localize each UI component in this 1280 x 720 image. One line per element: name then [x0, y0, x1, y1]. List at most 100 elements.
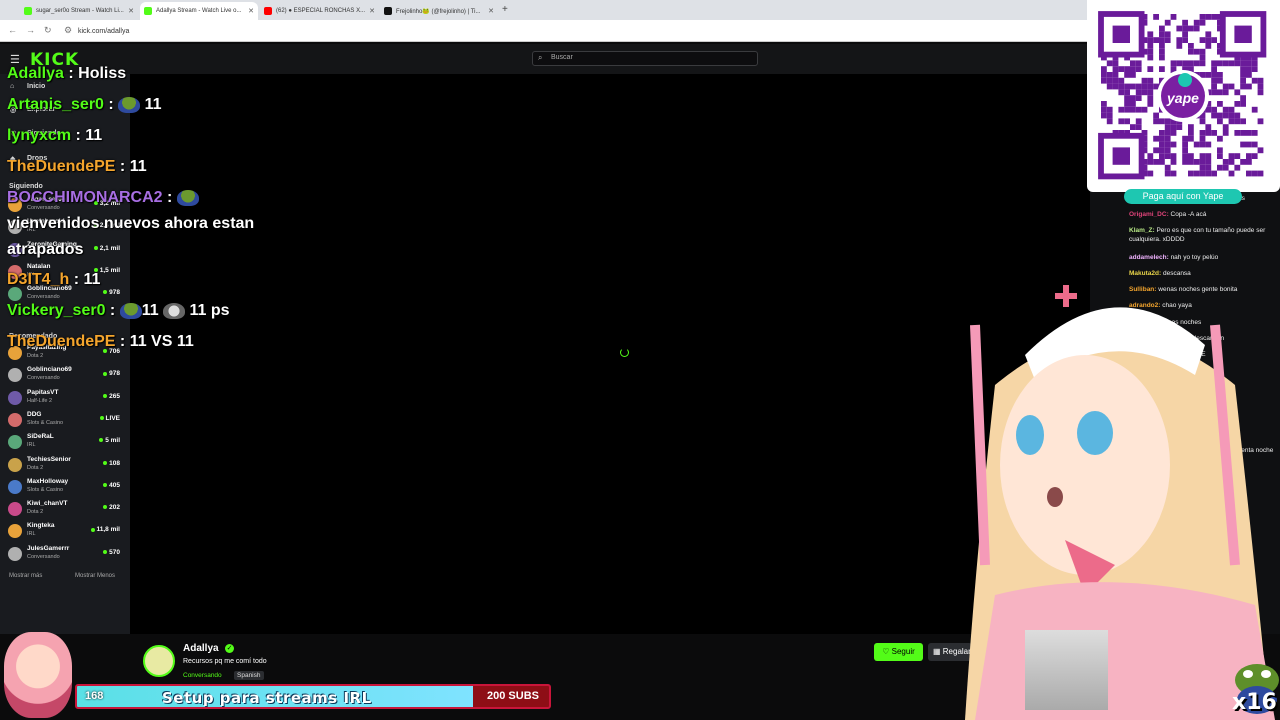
chat-message: Origami_DC: Copa -A acá	[1129, 210, 1277, 219]
overlay-chat-text: 11 VS 11	[129, 333, 194, 350]
tab-favicon-icon	[384, 7, 392, 15]
chat-username[interactable]: addamelech:	[1129, 254, 1169, 261]
sidebar-channel[interactable]: PapitasVT Half-Life 2 265	[8, 388, 124, 408]
overlay-chat-user: TheDuendePE	[7, 158, 116, 175]
live-dot-icon	[103, 483, 108, 488]
viewer-count-value: 405	[109, 481, 120, 489]
channel-category: Dota 2	[27, 509, 44, 516]
search-placeholder: Buscar	[551, 54, 573, 61]
tab-favicon-icon	[24, 7, 32, 15]
viewer-count-value: 5 mil	[105, 437, 120, 445]
tab-close-icon[interactable]: ✕	[488, 7, 494, 15]
viewer-count-value: 202	[109, 504, 120, 512]
channel-name: JulesGamerrr	[27, 544, 70, 552]
yape-logo-text: yape	[1167, 90, 1199, 106]
sidebar-channel[interactable]: TechiesSenior Dota 2 108	[8, 455, 124, 475]
overlay-chat-user: TheDuendePE	[7, 333, 116, 350]
stream-language-tag[interactable]: Spanish	[234, 671, 264, 680]
channel-avatar[interactable]	[143, 645, 175, 677]
live-dot-icon	[99, 438, 104, 443]
stream-title: Recursos pq me comí todo	[183, 658, 267, 665]
tab-title: sugar_ser0o Stream - Watch Li...	[36, 8, 124, 14]
sub-goal-bar: 168 Setup para streams IRL 200 SUBS	[75, 684, 551, 709]
video-player[interactable]	[130, 74, 1090, 634]
site-info-icon[interactable]: ⚙	[64, 25, 72, 36]
search-input[interactable]: ⌕ Buscar	[532, 51, 758, 66]
live-dot-icon	[90, 527, 95, 532]
channel-avatar	[8, 457, 22, 472]
stream-category[interactable]: Conversando	[183, 672, 222, 679]
sidebar-channel[interactable]: MaxHolloway Slots & Casino 405	[8, 477, 124, 497]
overlay-chat-message: vienvenidos nuevos ahora estan	[7, 215, 254, 233]
search-icon: ⌕	[538, 53, 543, 62]
back-icon[interactable]: ←	[8, 25, 17, 35]
overlay-chat-separator: :	[162, 189, 177, 206]
overlay-chat-user: lynyxcm	[7, 127, 72, 144]
live-dot-icon	[103, 549, 108, 554]
channel-name: SiDeRaL	[27, 433, 54, 441]
tab-close-icon[interactable]: ✕	[248, 7, 254, 15]
frog-emote-icon	[176, 189, 199, 206]
frog-emote-icon	[119, 302, 142, 319]
heart-icon: ♡	[882, 647, 892, 656]
loading-spinner-icon	[620, 348, 629, 357]
tab-close-icon[interactable]: ✕	[369, 7, 375, 15]
live-dot-icon	[103, 393, 108, 398]
viewer-count: 405	[103, 482, 120, 489]
viewer-count-value: 265	[109, 392, 120, 400]
emote-multiplier: x16	[1232, 690, 1277, 715]
new-tab-button[interactable]: +	[502, 4, 508, 15]
sidebar-channel[interactable]: Kingteka IRL 11,8 mil	[8, 521, 124, 541]
overlay-chat-message: atrapados	[7, 241, 83, 259]
sidebar-channel[interactable]: Kiwi_chanVT Dota 2 202	[8, 499, 124, 519]
browser-tab[interactable]: Frejolinho🐸 (@frejolinho) | Ti... ✕	[380, 2, 498, 20]
live-dot-icon	[99, 416, 104, 421]
sidebar-channel[interactable]: DDG Slots & Casino LIVE	[8, 410, 124, 430]
viewer-count: 265	[103, 393, 120, 400]
channel-avatar	[8, 368, 22, 383]
show-less-link[interactable]: Mostrar Menos	[75, 573, 115, 579]
tab-title: Frejolinho🐸 (@frejolinho) | Ti...	[396, 8, 481, 15]
viewer-count-value: 2,1 mil	[99, 244, 120, 252]
browser-tab[interactable]: sugar_ser0o Stream - Watch Li... ✕	[20, 2, 138, 20]
chat-message: Klam_Z: Pero es que con tu tamaño puede …	[1129, 226, 1277, 244]
overlay-chat-text: 11	[83, 271, 101, 288]
sidebar-channel[interactable]: Goblinciano69 Conversando 978	[8, 365, 124, 385]
channel-name[interactable]: Adallya	[183, 643, 219, 654]
reload-icon[interactable]: ↻	[44, 25, 52, 36]
sidebar-channel[interactable]: SiDeRaL IRL 5 mil	[8, 432, 124, 452]
tab-close-icon[interactable]: ✕	[128, 7, 134, 15]
tab-favicon-icon	[264, 7, 272, 15]
overlay-chat-user: Artanis_ser0	[7, 96, 104, 113]
viewer-count: 5 mil	[99, 437, 120, 444]
overlay-chat-text: 11	[141, 302, 164, 319]
chat-username[interactable]: Origami_DC:	[1129, 211, 1169, 218]
nav-item[interactable]: Inicio	[27, 83, 45, 90]
channel-avatar	[8, 412, 22, 427]
overlay-chat-text: 11	[129, 158, 147, 175]
live-dot-icon	[103, 505, 108, 510]
channel-category: Slots & Casino	[27, 486, 64, 493]
browser-tab[interactable]: Adallya Stream - Watch Live o... ✕	[140, 2, 258, 20]
overlay-chat-text: atrapados	[7, 241, 84, 258]
show-more-link[interactable]: Mostrar más	[9, 573, 42, 579]
browser-tab[interactable]: (62) ● ESPECIAL RONCHAS X... ✕	[260, 2, 378, 20]
overlay-chat-message: TheDuendePE : 11	[7, 158, 147, 176]
live-dot-icon	[103, 290, 108, 295]
url-field[interactable]: kick.com/adallya	[78, 28, 129, 35]
overlay-chat-message: Adallya : Holiss	[7, 65, 126, 83]
channel-category: Dota 2	[27, 464, 44, 471]
follow-button[interactable]: ♡ Seguir	[874, 643, 923, 661]
overlay-chat-user: Vickery_ser0	[7, 302, 106, 319]
yape-pay-button[interactable]: Paga aquí con Yape	[1124, 189, 1242, 204]
chat-username[interactable]: Klam_Z:	[1129, 227, 1155, 234]
channel-avatar	[8, 287, 22, 302]
channel-category: Slots & Casino	[27, 419, 64, 426]
overlay-chat-user: Adallya	[7, 65, 64, 82]
viewer-count: 2,1 mil	[93, 244, 120, 252]
sidebar-channel[interactable]: JulesGamerrr Conversando 570	[8, 544, 124, 564]
viewer-count-value: 570	[109, 548, 120, 556]
forward-icon[interactable]: →	[26, 25, 35, 35]
sub-goal-target: 200 SUBS	[487, 690, 539, 702]
emote-icon	[163, 302, 186, 319]
